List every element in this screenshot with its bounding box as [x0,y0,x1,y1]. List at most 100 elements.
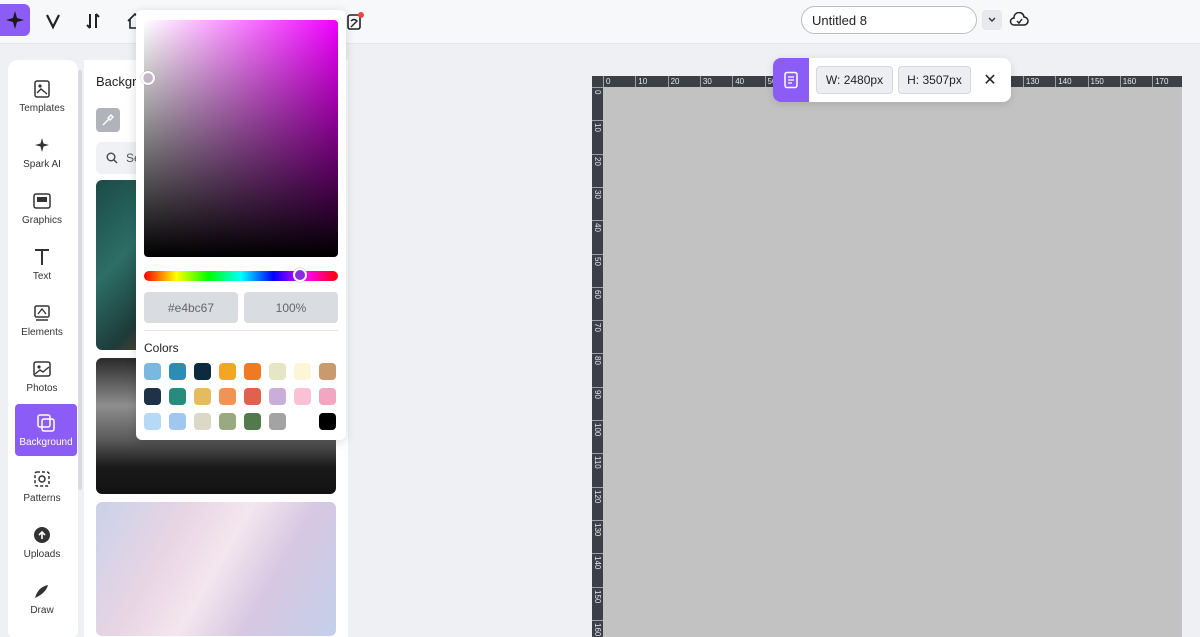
color-swatch[interactable] [194,388,211,405]
ruler-tick: 120 [592,486,603,503]
rail-label: Text [32,270,52,282]
color-swatch[interactable] [219,388,236,405]
color-picker-popover: Colors [136,10,346,440]
ruler-tick: 140 [1055,76,1072,87]
ruler-tick: 140 [592,553,603,570]
hue-slider[interactable] [144,271,338,281]
rail-label: Spark AI [23,158,61,170]
color-swatch[interactable] [219,413,236,430]
color-swatch[interactable] [269,388,286,405]
ruler-tick: 70 [592,320,603,332]
ruler-tick: 110 [592,453,603,469]
rail-item-spark-ai[interactable]: Spark AI [14,126,70,178]
rail-item-background[interactable]: Background [15,404,77,456]
eyedropper-button[interactable] [96,108,120,132]
photos-icon [33,360,51,377]
ruler-tick: 90 [592,386,603,399]
ruler-tick: 130 [592,519,603,536]
hex-input[interactable] [144,292,238,323]
swatch-grid [144,363,340,430]
color-swatch[interactable] [169,413,186,430]
color-swatch[interactable] [319,413,336,430]
color-swatch[interactable] [169,388,186,405]
document-title-input[interactable] [801,6,977,34]
canvas-page[interactable] [603,87,1182,637]
close-icon[interactable]: ✕ [980,70,1000,90]
ruler-tick: 130 [1022,76,1039,87]
rail-item-draw[interactable]: Draw [14,572,70,624]
elements-icon [34,304,50,321]
ruler-tick: 150 [592,586,603,603]
rail-label: Uploads [23,548,61,560]
title-dropdown-button[interactable] [982,10,1002,30]
rail-label: Graphics [21,214,62,226]
color-swatch[interactable] [194,413,211,430]
picker-divider [144,330,338,331]
ruler-tick: 40 [732,76,744,87]
page-size-popup: W: 2480px H: 3507px ✕ [773,58,1011,102]
color-swatch[interactable] [219,363,236,380]
page-settings-button[interactable] [773,58,809,102]
color-swatch[interactable] [244,413,261,430]
rail-item-photos[interactable]: Photos [14,350,70,402]
color-swatch[interactable] [294,413,311,430]
search-icon [106,152,118,164]
ruler-tick: 30 [592,186,603,199]
ruler-tick: 100 [592,420,603,436]
background-icon [37,413,55,432]
ruler-tick: 20 [667,76,680,87]
ruler-tick: 160 [592,619,603,636]
rail-item-graphics[interactable]: Graphics [14,182,70,234]
rail-label: Templates [19,102,65,114]
color-swatch[interactable] [169,363,186,380]
color-swatch[interactable] [319,363,336,380]
rail-item-templates[interactable]: Templates [14,70,70,122]
ruler-tick: 170 [1152,76,1168,87]
ruler-tick: 50 [592,253,603,265]
cloud-sync-icon[interactable] [1008,9,1030,31]
sort-icon[interactable] [80,8,106,34]
color-swatch[interactable] [294,363,311,380]
ruler-tick: 80 [592,353,603,365]
color-swatch[interactable] [144,413,161,430]
v-icon[interactable] [40,8,66,34]
colors-heading: Colors [144,341,179,355]
rail-label: Patterns [23,492,61,504]
color-swatch[interactable] [194,363,211,380]
canvas-area: 0102030405060708090100110120130140150160… [592,76,1182,637]
color-swatch[interactable] [269,413,286,430]
color-swatch[interactable] [244,363,261,380]
height-field[interactable]: H: 3507px [898,66,971,94]
color-swatch[interactable] [244,388,261,405]
patterns-icon [34,470,50,487]
document-icon [784,71,798,89]
rail-label: Draw [30,604,54,616]
width-field[interactable]: W: 2480px [816,66,893,94]
saturation-handle[interactable] [141,71,155,85]
color-swatch[interactable] [319,388,336,405]
ruler-tick: 30 [699,76,712,87]
sparkle-icon [35,137,49,152]
rail-item-elements[interactable]: Elements [14,294,70,346]
rail-item-text[interactable]: Text [14,238,70,290]
rail-scrollbar[interactable] [78,70,82,490]
opacity-input[interactable] [244,292,338,323]
spark-logo-icon[interactable] [0,4,30,36]
ruler-tick: 20 [592,153,603,166]
rail-item-uploads[interactable]: Uploads [14,516,70,568]
ruler-tick: 10 [635,76,647,87]
color-swatch[interactable] [294,388,311,405]
rail-item-patterns[interactable]: Patterns [14,460,70,512]
color-swatch[interactable] [144,388,161,405]
draw-icon [35,584,48,598]
graphics-icon [33,192,51,209]
ruler-tick: 10 [592,120,603,132]
hue-handle[interactable] [293,268,307,282]
saturation-value-area[interactable] [144,20,338,257]
color-swatch[interactable] [144,363,161,380]
background-thumbnail-pastel[interactable] [96,502,336,636]
ruler-tick: 40 [592,220,603,232]
ruler-tick: 160 [1119,76,1136,87]
chevron-down-icon [988,17,996,22]
color-swatch[interactable] [269,363,286,380]
